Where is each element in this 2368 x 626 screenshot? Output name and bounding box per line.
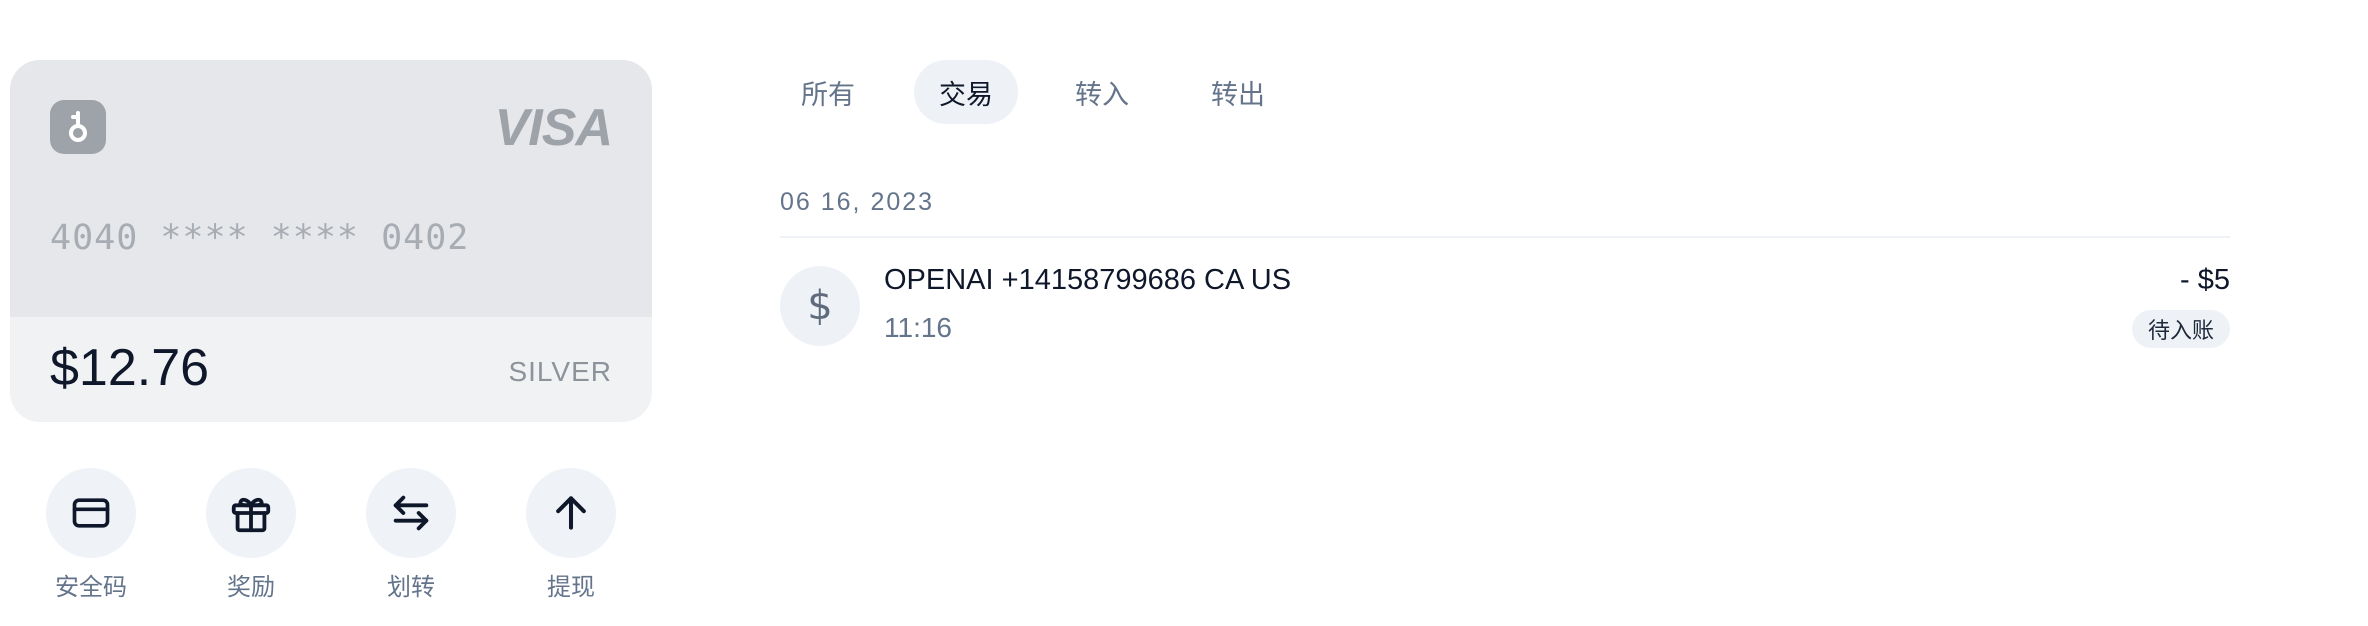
divider (780, 236, 2230, 238)
card-brand: VISA (494, 99, 613, 157)
action-circle[interactable] (46, 468, 136, 558)
transfer-arrows-icon (393, 495, 429, 531)
status-badge: 待入账 (2131, 310, 2230, 348)
credit-card-icon (72, 498, 110, 528)
action-label: 奖励 (227, 573, 275, 601)
wallet-page: VISA 4040 **** **** 0402 $12.76 SILVER 安… (0, 0, 2368, 626)
tab-transactions[interactable]: 交易 (914, 60, 1018, 124)
wallet-key-icon (50, 100, 106, 154)
date-header: 06 16, 2023 (780, 188, 935, 216)
card-number: 4040 **** **** 0402 (50, 218, 470, 258)
tab-transfer-in[interactable]: 转入 (1050, 60, 1154, 124)
arrow-up-icon (556, 496, 586, 530)
transaction-time: 11:16 (884, 312, 952, 343)
action-label: 安全码 (55, 573, 127, 601)
tab-transfer-out[interactable]: 转出 (1186, 60, 1290, 124)
transaction-merchant: OPENAI +14158799686 CA US (884, 264, 1292, 296)
transaction-row[interactable]: $ OPENAI +14158799686 CA US 11:16 - $5 待… (780, 264, 2230, 348)
tab-all[interactable]: 所有 (780, 60, 876, 124)
card-actions: 安全码 奖励 划转 提现 (46, 468, 626, 618)
withdraw-button[interactable]: 提现 (526, 468, 616, 604)
gift-icon (231, 497, 271, 533)
rewards-button[interactable]: 奖励 (206, 468, 296, 604)
card-tier: SILVER (508, 356, 612, 387)
bank-card[interactable]: VISA 4040 **** **** 0402 $12.76 SILVER (10, 60, 652, 422)
action-circle[interactable] (526, 468, 616, 558)
dollar-icon: $ (780, 266, 860, 346)
action-label: 划转 (387, 573, 435, 601)
action-circle[interactable] (366, 468, 456, 558)
card-balance: $12.76 (50, 339, 210, 397)
transaction-amount: - $5 (2180, 264, 2230, 296)
action-circle[interactable] (206, 468, 296, 558)
transfer-button[interactable]: 划转 (366, 468, 456, 604)
security-code-button[interactable]: 安全码 (46, 468, 136, 604)
action-label: 提现 (547, 573, 595, 601)
